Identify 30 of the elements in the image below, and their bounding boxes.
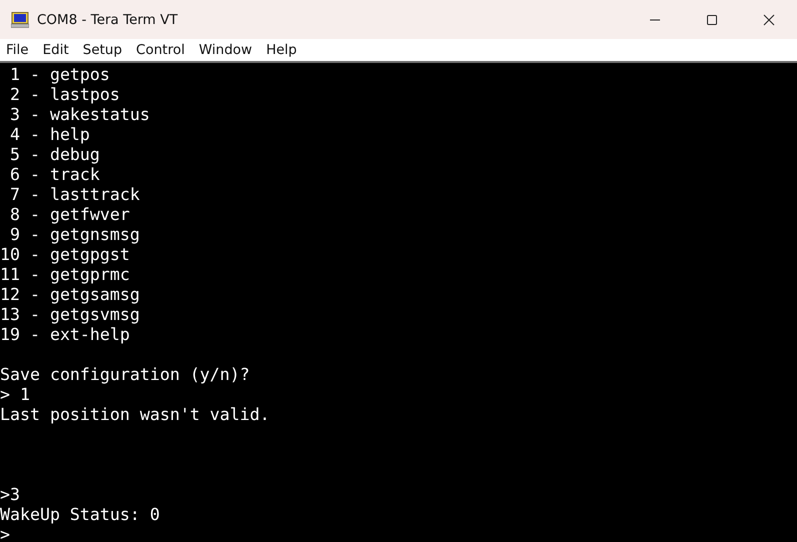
menu-item[interactable]: Help	[266, 42, 297, 58]
maximize-icon	[706, 14, 718, 26]
menu-item[interactable]: File	[6, 42, 29, 58]
terminal-line: 4 - help	[8, 125, 90, 145]
terminal-line: > 1	[0, 385, 30, 405]
close-icon	[762, 14, 774, 26]
terminal-line: 6 - track	[8, 165, 100, 185]
terminal-line: 9 - getgnsmsg	[8, 225, 140, 245]
terminal-line: 8 - getfwver	[8, 205, 130, 225]
terminal-line: 1 - getpos	[8, 65, 110, 85]
menu-item[interactable]: Setup	[82, 42, 122, 58]
terminal-line: 5 - debug	[8, 145, 100, 165]
menu-item[interactable]: Control	[136, 42, 185, 58]
terminal-line: 11 - getgprmc	[0, 265, 130, 285]
terminal-line: 19 - ext-help	[0, 325, 130, 345]
terminal-line: >3	[0, 485, 20, 505]
menu-item[interactable]: Window	[198, 42, 252, 58]
terminal-line: WakeUp Status: 0	[0, 505, 160, 525]
terminal-line: Save configuration (y/n)?	[0, 365, 250, 385]
menu-item[interactable]: Edit	[42, 42, 69, 58]
terminal-line: >	[0, 525, 10, 542]
terminal-line: 7 - lasttrack	[8, 185, 140, 205]
terminal-icon	[11, 12, 29, 28]
terminal-line: 13 - getgsvmsg	[0, 305, 140, 325]
terminal-line: 2 - lastpos	[8, 85, 120, 105]
terminal-line: Last position wasn't valid.	[0, 405, 270, 425]
terminal-line: 10 - getgpgst	[0, 245, 130, 265]
terminal-line: 3 - wakestatus	[8, 105, 150, 125]
window-title: COM8 - Tera Term VT	[37, 12, 178, 28]
terminal-line: 12 - getgsamsg	[0, 285, 140, 305]
